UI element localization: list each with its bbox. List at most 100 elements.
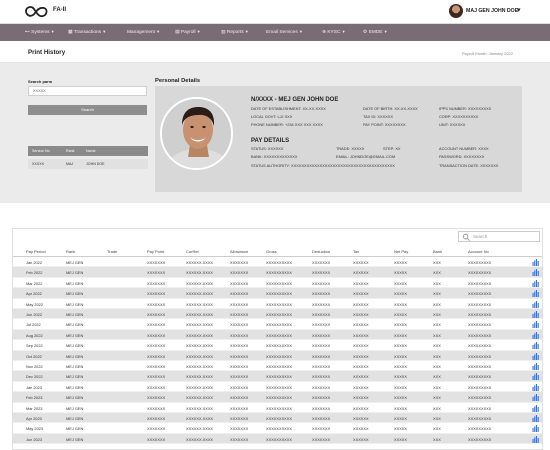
logo-icon[interactable] xyxy=(24,5,48,18)
nav-item-systems[interactable]: ⊷ Systems ▾ xyxy=(25,29,54,35)
table-cell: XXXXXXXXXX xyxy=(266,364,292,369)
app-title: FA-II xyxy=(53,7,66,13)
bar-chart-icon[interactable] xyxy=(532,404,539,412)
table-cell: XXXXXX.XXXX xyxy=(186,322,214,328)
column-header[interactable]: Account No xyxy=(468,249,489,254)
bar-chart-icon[interactable] xyxy=(532,311,539,318)
table-row[interactable]: Jun 2022 MEJ GEN XXXXXXX XXXXXX.XXXX XXXXXXX… xyxy=(13,309,542,320)
bar-chart-icon[interactable] xyxy=(532,321,539,329)
table-cell: XXXXXXXXX xyxy=(468,291,492,297)
table-cell: XXXXXX.XXXX xyxy=(186,384,214,390)
table-cell: XXXXXXX xyxy=(147,260,166,265)
bar-chart-icon[interactable] xyxy=(532,435,539,443)
bar-chart-icon[interactable] xyxy=(532,352,539,360)
pay-email: EMAIL: JOHNDOE@GMAIL.COM xyxy=(336,154,396,159)
table-cell: XXXXXXXXX xyxy=(468,426,492,432)
column-header[interactable]: Net Pay xyxy=(394,249,408,254)
bar-chart-icon[interactable] xyxy=(532,300,539,308)
table-row[interactable]: Jun 2023 MEJ GEN XXXXXXX XXXXXX.XXXX XXXXXXX… xyxy=(13,433,542,445)
table-cell: XXXXXXXXXX xyxy=(266,291,292,297)
bar-chart-icon[interactable] xyxy=(532,342,539,350)
table-cell: XXXXX xyxy=(394,384,407,390)
bar-chart-icon[interactable] xyxy=(532,415,539,422)
nav-item-transactions[interactable]: ▦ Transactions ▾ xyxy=(68,29,105,35)
tax-id: TAX ID: XXXXXX xyxy=(363,114,393,119)
table-cell: XXXXXXX xyxy=(147,322,166,328)
table-cell: XXXXXXXXXX xyxy=(266,312,292,317)
table-row[interactable]: Jan 2023 MEJ GEN XXXXXXX XXXXXX.XXXX XXXXXXX… xyxy=(13,382,542,393)
column-header[interactable]: Gross xyxy=(266,249,277,254)
table-row[interactable]: Dec 2022 MEJ GEN XXXXXXX XXXXXX.XXXX XXXXXXX… xyxy=(13,371,542,382)
nav-item-management[interactable]: Management ▾ xyxy=(127,29,159,35)
bar-chart-icon[interactable] xyxy=(532,394,539,402)
table-row[interactable]: Oct 2022 MEJ GEN XXXXXXX XXXXXX.XXXX XXXXXXX… xyxy=(13,350,542,361)
column-header[interactable]: Pay Point xyxy=(147,249,164,254)
bar-chart-icon[interactable] xyxy=(532,279,539,287)
table-row[interactable]: Jul 2022 MEJ GEN XXXXXXX XXXXXX.XXXX XXXXXXX… xyxy=(13,319,542,330)
column-header[interactable]: Trade xyxy=(107,249,117,254)
nav-item-reports[interactable]: ▥ Reports ▾ xyxy=(221,29,248,35)
column-header[interactable]: CorRet xyxy=(186,249,199,254)
bar-chart-icon[interactable] xyxy=(532,383,539,391)
table-cell: XXXXXXX xyxy=(147,332,166,338)
search-param-input[interactable]: XXXXX xyxy=(28,86,147,96)
table-cell: XXXXXX xyxy=(353,353,369,359)
table-cell: XXX xyxy=(433,280,441,286)
bar-chart-icon[interactable] xyxy=(532,363,539,370)
user-name[interactable]: MAJ GEN JOHN DOE xyxy=(466,8,518,14)
table-search-input[interactable]: Search xyxy=(458,231,540,242)
search-results-table: Service No Rank Name XXXXX MAJ JOHN DOE xyxy=(28,146,148,169)
table-row[interactable]: Aug 2022 MEJ GEN XXXXXXX XXXXXX.XXXX XXXXXXX… xyxy=(13,329,542,341)
user-avatar[interactable] xyxy=(449,4,463,18)
column-header[interactable]: Rank xyxy=(66,249,75,254)
table-row[interactable]: Sep 2022 MEJ GEN XXXXXXX XXXXXX.XXXX XXXXXXX… xyxy=(13,340,542,351)
column-header[interactable]: Deduction xyxy=(312,249,330,254)
bar-chart-icon[interactable] xyxy=(532,331,539,339)
table-row[interactable]: XXXXX MAJ JOHN DOE xyxy=(28,159,148,169)
table-cell: XXXXXX xyxy=(353,395,369,401)
bar-chart-icon[interactable] xyxy=(532,269,539,277)
bar-chart-icon[interactable] xyxy=(532,425,539,433)
table-cell: XXXXXX xyxy=(353,364,369,369)
table-cell: Apr 2022 xyxy=(26,291,42,297)
search-button[interactable]: Search xyxy=(28,105,147,115)
bar-chart-icon[interactable] xyxy=(532,259,539,266)
table-row[interactable]: Mar 2023 MEJ GEN XXXXXXX XXXXXX.XXXX XXXXXXX… xyxy=(13,403,542,413)
column-header[interactable]: Tax xyxy=(353,249,359,254)
nav-item-kysc[interactable]: ⊕ KYSC ▾ xyxy=(322,29,345,35)
table-cell: Aug 2022 xyxy=(26,332,43,338)
nav-item-emde[interactable]: ⚙ EMDE ▾ xyxy=(363,29,387,35)
pay-details-title: PAY DETAILS xyxy=(251,138,290,144)
table-row[interactable]: Feb 2023 MEJ GEN XXXXXXX XXXXXX.XXXX XXXXXXX… xyxy=(13,392,542,403)
table-row[interactable]: Apr 2023 MEJ GEN XXXXXXX XXXXXX.XXXX XXXXXXX… xyxy=(13,413,542,424)
table-cell: XXXXX xyxy=(394,343,407,349)
transaction-date: TRANSACTION DATE: XXXXXXX xyxy=(439,163,499,168)
nav-item-email-services[interactable]: Email Services ▾ xyxy=(266,29,302,35)
table-cell: XXXXXXX xyxy=(147,395,166,401)
table-cell: Mar 2023 xyxy=(26,405,43,411)
table-cell: XXX xyxy=(433,270,441,276)
nav-item-payroll[interactable]: ▤ Payroll ▾ xyxy=(175,29,200,35)
table-row[interactable]: Feb 2022 MEJ GEN XXXXXXX XXXXXX.XXXX XXXXXXX… xyxy=(13,267,542,278)
table-cell: XXXXXXXXXX xyxy=(266,270,292,276)
personal-details-title: Personal Details xyxy=(155,78,201,84)
table-row[interactable]: Nov 2022 MEJ GEN XXXXXXX XXXXXX.XXXX XXXXXXX… xyxy=(13,361,542,372)
bar-chart-icon[interactable] xyxy=(532,290,539,298)
table-cell: XXXXXXX xyxy=(147,353,166,359)
table-row[interactable]: Jan 2022 MEJ GEN XXXXXXX XXXXXX.XXXX XXXXXXX… xyxy=(13,257,542,268)
table-row[interactable]: May 2022 MEJ GEN XXXXXXX XXXXXX.XXXX XXXXXXX… xyxy=(13,299,542,309)
table-row[interactable]: May 2023 MEJ GEN XXXXXXX XXXXXX.XXXX XXXXXXX… xyxy=(13,423,542,434)
table-cell: XXX xyxy=(433,301,441,307)
table-cell: Dec 2022 xyxy=(26,374,43,380)
table-cell: XXXXXXX xyxy=(312,322,331,328)
chevron-down-icon[interactable]: ▾ xyxy=(517,6,521,14)
table-cell: MEJ GEN xyxy=(66,364,84,369)
table-cell: XXXXXX xyxy=(353,291,369,297)
bar-chart-icon[interactable] xyxy=(532,373,539,381)
table-cell: XXXXXXX xyxy=(230,270,249,276)
column-header[interactable]: Bank xyxy=(433,249,442,254)
table-row[interactable]: Mar 2022 MEJ GEN XXXXXXX XXXXXX.XXXX XXXXXXX… xyxy=(13,278,542,289)
column-header[interactable]: Allowance xyxy=(230,249,248,254)
column-header[interactable]: Pay Period xyxy=(26,249,46,254)
table-row[interactable]: Apr 2022 MEJ GEN XXXXXXX XXXXXX.XXXX XXXXXXX… xyxy=(13,288,542,299)
